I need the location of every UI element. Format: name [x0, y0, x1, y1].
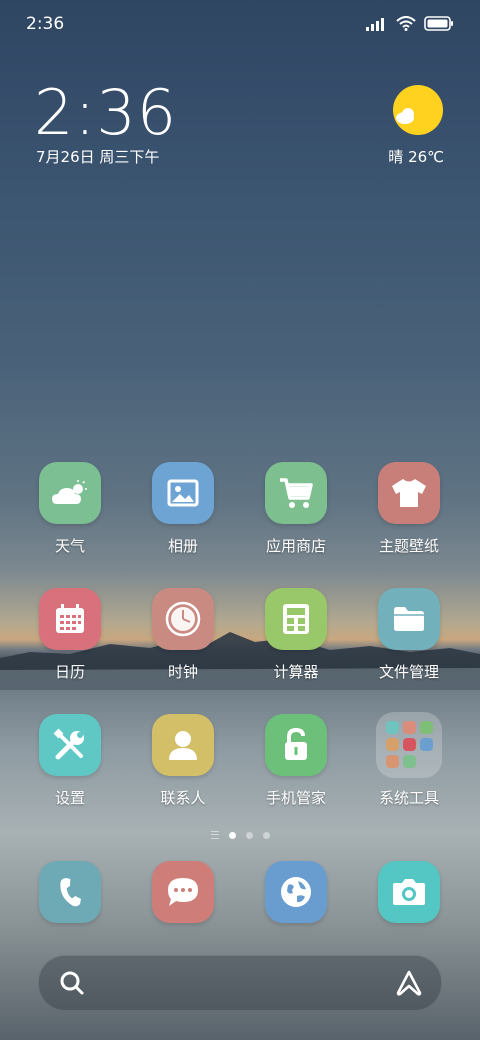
- home-menu-icon[interactable]: [210, 831, 219, 839]
- calendar-icon: [39, 588, 101, 650]
- cart-icon: [265, 462, 327, 524]
- app-store[interactable]: 应用商店: [246, 462, 346, 556]
- search-bar[interactable]: [38, 955, 442, 1011]
- app-security[interactable]: 手机管家: [246, 714, 346, 808]
- app-label: 系统工具: [378, 789, 439, 807]
- page-indicator[interactable]: [0, 828, 480, 842]
- weather-icon: [39, 462, 101, 524]
- browser-icon: [265, 861, 327, 923]
- page-dot[interactable]: [245, 831, 253, 839]
- app-label: 时钟: [167, 663, 198, 681]
- contact-icon: [152, 714, 214, 776]
- gallery-icon: [152, 462, 214, 524]
- app-label: 计算器: [273, 663, 319, 681]
- app-gallery[interactable]: 相册: [133, 462, 233, 556]
- wrench-screwdriver-icon: [39, 714, 101, 776]
- app-label: 联系人: [160, 789, 206, 807]
- battery-icon: [424, 16, 453, 31]
- phone-icon: [39, 861, 101, 923]
- clock-widget-date[interactable]: 7月26日 周三下午: [36, 146, 159, 167]
- dock-phone[interactable]: [20, 861, 120, 923]
- folder-grid-icon: [376, 712, 442, 778]
- app-label: 日历: [54, 663, 85, 681]
- weather-text[interactable]: 晴 26℃: [388, 146, 444, 167]
- clock-icon: [152, 588, 214, 650]
- assistant-icon[interactable]: [395, 969, 423, 997]
- camera-icon: [378, 861, 440, 923]
- app-settings[interactable]: 设置: [20, 714, 120, 808]
- app-files[interactable]: 文件管理: [359, 588, 459, 682]
- clock-widget-time[interactable]: 2:36: [34, 76, 177, 149]
- app-label: 应用商店: [265, 537, 326, 555]
- app-calendar[interactable]: 日历: [20, 588, 120, 682]
- sunny-cloud-icon[interactable]: [392, 84, 444, 136]
- app-contacts[interactable]: 联系人: [133, 714, 233, 808]
- dock-messages[interactable]: [133, 861, 233, 923]
- app-label: 相册: [167, 537, 198, 555]
- app-folder-system-tools[interactable]: 系统工具: [359, 712, 459, 808]
- app-clock[interactable]: 时钟: [133, 588, 233, 682]
- app-label: 主题壁纸: [378, 537, 439, 555]
- status-bar: 2:36: [26, 14, 454, 38]
- status-time: 2:36: [26, 14, 65, 34]
- app-calculator[interactable]: 计算器: [246, 588, 346, 682]
- page-dot[interactable]: [262, 831, 270, 839]
- search-icon[interactable]: [59, 970, 85, 996]
- app-label: 文件管理: [378, 663, 439, 681]
- app-label: 设置: [54, 789, 85, 807]
- app-weather[interactable]: 天气: [20, 462, 120, 556]
- app-themes[interactable]: 主题壁纸: [359, 462, 459, 556]
- wifi-icon: [396, 16, 416, 31]
- tshirt-icon: [378, 462, 440, 524]
- signal-icon: [366, 17, 384, 31]
- dock-camera[interactable]: [359, 861, 459, 923]
- page-dot-active[interactable]: [228, 831, 236, 839]
- unlock-icon: [265, 714, 327, 776]
- app-label: 手机管家: [265, 789, 326, 807]
- app-label: 天气: [54, 537, 85, 555]
- message-icon: [152, 861, 214, 923]
- calculator-icon: [265, 588, 327, 650]
- folder-icon: [378, 588, 440, 650]
- dock-browser[interactable]: [246, 861, 346, 923]
